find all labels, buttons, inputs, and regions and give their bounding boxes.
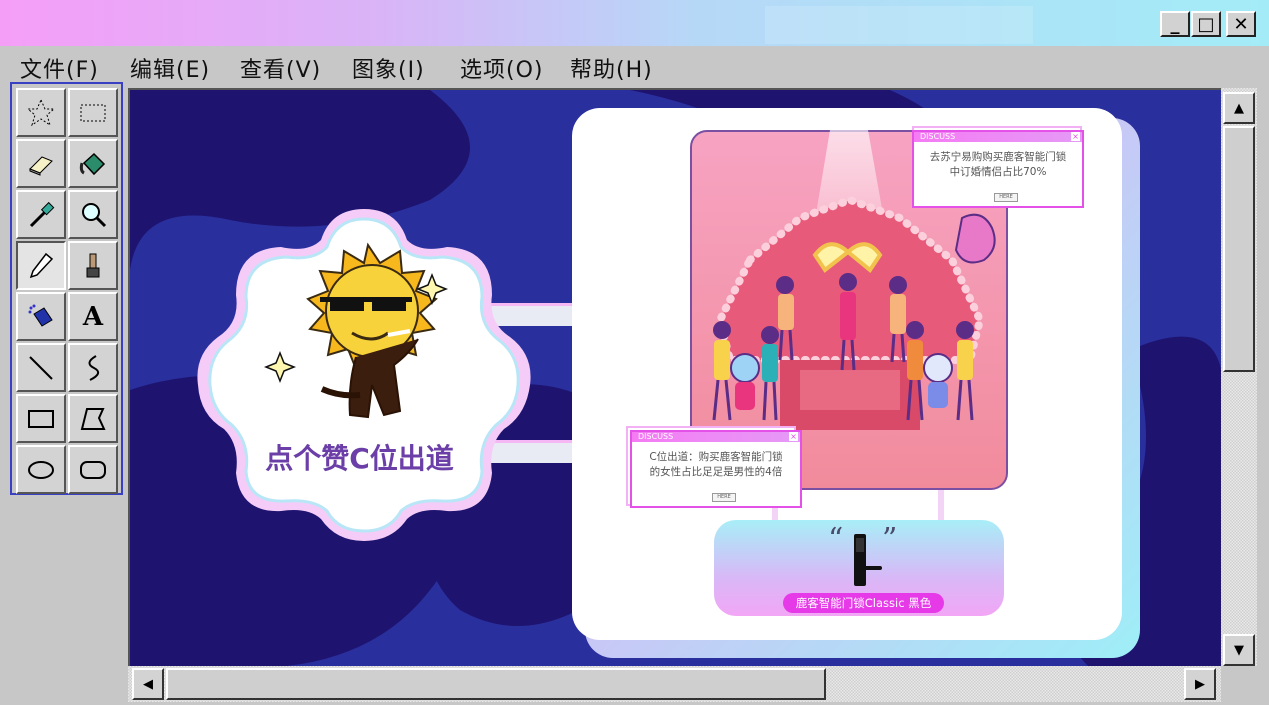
menu-file[interactable]: 文件(F) xyxy=(20,52,99,84)
product-label: 鹿客智能门锁Classic 黑色 xyxy=(783,593,944,613)
arrow-right-icon: ▶ xyxy=(1195,676,1205,692)
horizontal-scrollbar[interactable]: ◀ ▶ xyxy=(128,666,1221,702)
line-icon xyxy=(29,355,53,380)
tool-line[interactable] xyxy=(16,343,66,392)
pillar-right xyxy=(938,490,944,520)
tool-fill[interactable] xyxy=(68,139,118,188)
tool-rect-select[interactable] xyxy=(68,88,118,137)
magnifier-icon xyxy=(82,202,107,227)
popup-bottom-button[interactable]: HERE xyxy=(712,493,736,502)
horizontal-scroll-thumb[interactable] xyxy=(166,668,826,700)
tool-brush[interactable] xyxy=(68,241,118,290)
popup-close-icon[interactable]: × xyxy=(1071,132,1080,141)
minimize-icon: _ xyxy=(1170,13,1180,35)
sun-sticker-image xyxy=(263,242,449,419)
tool-rounded-rect[interactable] xyxy=(68,445,118,494)
popup-bottom-line2: 的女性占比足足是男性的4倍 xyxy=(649,466,783,478)
fill-bucket-icon xyxy=(79,152,106,175)
maximize-icon: □ xyxy=(1197,13,1215,35)
vertical-scroll-thumb[interactable] xyxy=(1223,126,1255,372)
scroll-up-button[interactable]: ▲ xyxy=(1223,92,1255,124)
menu-bar: 文件(F) 编辑(E) 查看(V) 图象(I) 选项(O) 帮助(H) xyxy=(0,46,1269,86)
scroll-corner xyxy=(1221,666,1257,702)
door-lock-image xyxy=(854,534,882,586)
tool-curve[interactable] xyxy=(68,343,118,392)
color-picker-icon xyxy=(29,201,55,227)
pencil-icon xyxy=(29,252,54,278)
text-icon: A xyxy=(82,301,104,332)
popup-top-header: DISCUSS × xyxy=(914,132,1082,142)
maximize-button[interactable]: □ xyxy=(1191,11,1221,37)
popup-bottom-line1: C位出道：购买鹿客智能门锁 xyxy=(649,451,783,463)
tool-pencil[interactable] xyxy=(16,241,66,290)
polygon-icon xyxy=(80,407,106,430)
curve-icon xyxy=(88,354,100,381)
scroll-down-button[interactable]: ▼ xyxy=(1223,634,1255,666)
popup-top-line2: 中订婚情侣占比70% xyxy=(949,166,1047,178)
arrow-up-icon: ▲ xyxy=(1234,100,1244,116)
close-icon: ✕ xyxy=(1233,13,1249,35)
rect-select-icon xyxy=(80,104,106,121)
title-bar: _ □ ✕ xyxy=(0,0,1269,48)
tool-eraser[interactable] xyxy=(16,139,66,188)
popup-top-button[interactable]: HERE xyxy=(994,193,1018,202)
tool-color-picker[interactable] xyxy=(16,190,66,239)
popup-close-icon[interactable]: × xyxy=(789,432,798,441)
scroll-left-button[interactable]: ◀ xyxy=(132,668,164,700)
arrow-left-icon: ◀ xyxy=(143,676,153,692)
title-highlight xyxy=(765,6,1033,44)
popup-top: DISCUSS × 去苏宁易购购买鹿客智能门锁 中订婚情侣占比70% HERE xyxy=(912,130,1084,208)
badge-caption: 点个赞C位出道 xyxy=(265,442,454,475)
tool-free-select[interactable] xyxy=(16,88,66,137)
minimize-button[interactable]: _ xyxy=(1160,11,1190,37)
tool-rectangle[interactable] xyxy=(16,394,66,443)
scroll-right-button[interactable]: ▶ xyxy=(1184,668,1216,700)
brush-icon xyxy=(86,253,100,277)
menu-edit[interactable]: 编辑(E) xyxy=(130,52,210,84)
arrow-down-icon: ▼ xyxy=(1234,642,1244,658)
menu-view[interactable]: 查看(V) xyxy=(240,52,321,84)
menu-image[interactable]: 图象(I) xyxy=(352,52,425,84)
rounded-rect-icon xyxy=(80,460,106,479)
drawing-canvas[interactable]: 点个赞C位出道 “ ” DISCUSS × 去苏宁易购购买鹿客智能门锁 中订婚情… xyxy=(128,88,1221,666)
tool-ellipse[interactable] xyxy=(16,445,66,494)
popup-top-line1: 去苏宁易购购买鹿客智能门锁 xyxy=(929,151,1067,163)
quote-close: ” xyxy=(882,522,898,557)
tool-text[interactable]: A xyxy=(68,292,118,341)
tool-airbrush[interactable] xyxy=(16,292,66,341)
popup-bottom-header: DISCUSS × xyxy=(632,432,800,442)
eraser-icon xyxy=(29,155,53,176)
menu-help[interactable]: 帮助(H) xyxy=(570,52,653,84)
free-select-icon xyxy=(26,98,56,126)
quote-open: “ xyxy=(828,522,844,557)
vertical-scrollbar[interactable]: ▲ ▼ xyxy=(1221,88,1257,666)
close-button[interactable]: ✕ xyxy=(1226,11,1256,37)
ellipse-icon xyxy=(28,460,54,479)
rectangle-icon xyxy=(28,409,54,428)
tool-polygon[interactable] xyxy=(68,394,118,443)
menu-options[interactable]: 选项(O) xyxy=(460,52,543,84)
popup-bottom: DISCUSS × C位出道：购买鹿客智能门锁 的女性占比足足是男性的4倍 HER… xyxy=(630,430,802,508)
airbrush-icon xyxy=(28,304,53,327)
toolbox: A xyxy=(10,82,123,495)
tool-magnifier[interactable] xyxy=(68,190,118,239)
